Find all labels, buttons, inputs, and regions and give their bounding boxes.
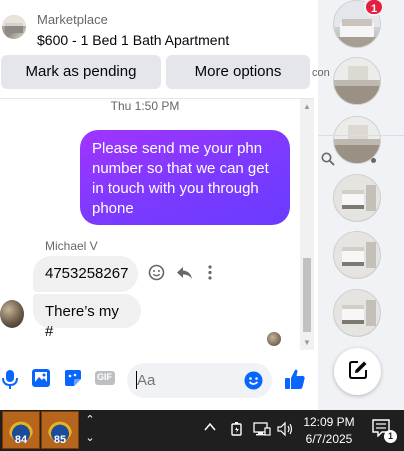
taskbar-app-label: 84 xyxy=(14,434,28,446)
chevron-up-icon[interactable]: ⌃ xyxy=(84,411,96,429)
chat-panel: Marketplace $600 - 1 Bed 1 Bath Apartmen… xyxy=(0,0,318,410)
clock-time: 12:09 PM xyxy=(303,415,355,429)
unread-badge: 1 xyxy=(364,0,384,16)
listing-title[interactable]: $600 - 1 Bed 1 Bath Apartment xyxy=(37,32,229,48)
sticker-icon[interactable] xyxy=(63,368,83,388)
more-options-button[interactable]: More options xyxy=(166,55,310,89)
rail-chat-head[interactable] xyxy=(333,116,381,164)
more-vertical-icon[interactable] xyxy=(206,264,214,286)
network-icon[interactable] xyxy=(253,421,271,440)
taskbar-app-label: 85 xyxy=(53,434,67,446)
seen-avatar xyxy=(267,332,281,346)
battery-plug-icon[interactable] xyxy=(231,421,244,440)
listing-source: Marketplace xyxy=(37,12,108,27)
mark-as-pending-button[interactable]: Mark as pending xyxy=(1,55,161,89)
microphone-icon[interactable] xyxy=(0,368,20,389)
messenger-window: Marketplace $600 - 1 Bed 1 Bath Apartmen… xyxy=(0,0,404,451)
message-actions xyxy=(148,264,220,284)
rail-chat-head[interactable] xyxy=(333,231,381,279)
more-dots-icon[interactable] xyxy=(371,158,376,163)
photo-icon[interactable] xyxy=(31,368,51,388)
taskbar-app-button[interactable]: 85 xyxy=(41,411,79,449)
scroll-down-arrow-icon[interactable]: ▼ xyxy=(303,338,311,347)
chevron-down-icon[interactable]: ⌄ xyxy=(84,429,96,447)
rail-divider xyxy=(318,135,404,136)
listing-thumbnail[interactable] xyxy=(2,15,26,39)
listing-header[interactable]: Marketplace $600 - 1 Bed 1 Bath Apartmen… xyxy=(0,0,318,55)
new-message-button[interactable] xyxy=(334,348,381,395)
scrollbar-thumb[interactable] xyxy=(303,258,311,332)
rail-chat-head[interactable] xyxy=(333,57,381,105)
message-input[interactable] xyxy=(137,370,237,390)
notification-count-badge: 1 xyxy=(384,430,397,443)
rail-chat-head[interactable] xyxy=(333,174,381,222)
compose-icon xyxy=(347,361,369,384)
emoji-icon[interactable] xyxy=(244,371,263,395)
reply-icon[interactable] xyxy=(176,264,193,286)
volume-icon[interactable] xyxy=(277,421,295,440)
avatar[interactable] xyxy=(0,300,24,328)
rail-chat-head[interactable] xyxy=(333,289,381,337)
incoming-message[interactable]: 4753258267 xyxy=(33,256,138,292)
taskbar-scroll-arrows[interactable]: ⌃ ⌄ xyxy=(84,411,96,449)
conversation-timestamp: Thu 1:50 PM xyxy=(110,99,180,113)
incoming-message[interactable]: There’s my # xyxy=(33,294,141,340)
taskbar-app-button[interactable]: 84 xyxy=(2,411,40,449)
outgoing-message[interactable]: Please send me your phn number so that w… xyxy=(80,130,290,225)
scroll-up-arrow-icon[interactable]: ▲ xyxy=(303,102,311,111)
rail-partial-text: con xyxy=(312,67,330,79)
show-hidden-icons-chevron-icon[interactable] xyxy=(204,421,216,435)
search-icon[interactable] xyxy=(321,152,335,169)
gif-icon[interactable]: GIF xyxy=(95,368,115,388)
clock-date: 6/7/2025 xyxy=(305,432,353,446)
gif-label: GIF xyxy=(97,372,112,382)
message-input-box[interactable] xyxy=(127,363,272,398)
smiley-react-icon[interactable] xyxy=(148,264,165,286)
like-thumb-icon[interactable] xyxy=(284,368,305,389)
taskbar-clock[interactable]: 12:09 PM 6/7/2025 xyxy=(300,414,358,448)
incoming-sender-name: Michael V xyxy=(45,239,98,253)
